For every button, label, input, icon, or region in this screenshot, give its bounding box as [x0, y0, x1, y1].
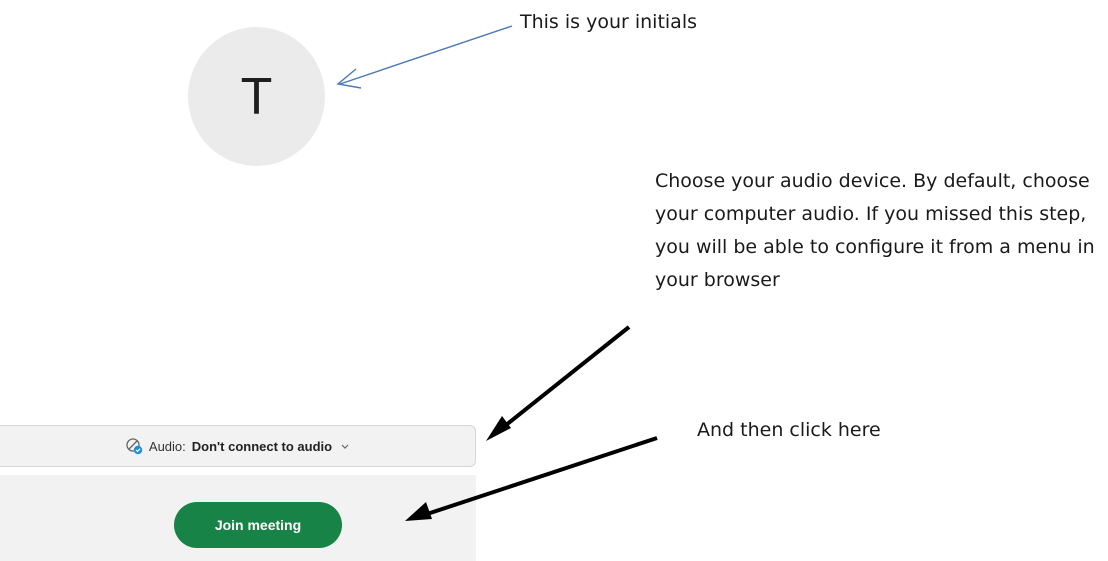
chevron-down-icon	[340, 441, 350, 451]
audio-disconnected-icon	[125, 437, 143, 455]
click-annotation: And then click here	[697, 419, 881, 441]
initials-annotation: This is your initials	[520, 11, 697, 33]
avatar: T	[188, 27, 325, 166]
audio-label: Audio:	[148, 438, 186, 454]
join-panel: Join meeting	[0, 475, 476, 561]
audio-annotation: Choose your audio device. By default, ch…	[655, 170, 1095, 291]
audio-selector-content: Audio: Don't connect to audio	[125, 437, 350, 455]
join-meeting-button[interactable]: Join meeting	[174, 502, 342, 548]
initials-arrow	[336, 25, 513, 89]
audio-selector[interactable]: Audio: Don't connect to audio	[0, 425, 476, 467]
audio-value: Don't connect to audio	[191, 438, 333, 454]
audio-arrow	[486, 325, 631, 441]
avatar-initial: T	[240, 67, 273, 126]
